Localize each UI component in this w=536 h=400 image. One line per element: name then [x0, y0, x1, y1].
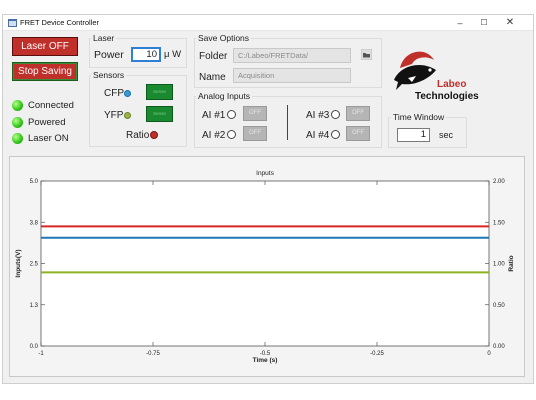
app-icon: [8, 19, 17, 27]
y-tick-label: 5.0: [30, 179, 39, 185]
folder-browse-icon[interactable]: [361, 49, 372, 60]
ai2-label: AI #2: [202, 130, 226, 141]
x-tick-label: -0.75: [146, 351, 160, 357]
time-window-title: Time Window: [391, 112, 447, 122]
powered-led-icon: [12, 117, 23, 128]
ai1-radio[interactable]: [227, 110, 236, 119]
ai4-off-button[interactable]: OFF: [346, 126, 370, 141]
cfp-sense-button[interactable]: Sense: [146, 84, 173, 100]
y2-axis-label: Ratio: [508, 255, 515, 271]
y2-tick-label: 1.50: [493, 220, 505, 226]
y2-tick-label: 0.00: [493, 344, 505, 350]
yfp-sense-button[interactable]: Sense: [146, 106, 173, 122]
labeo-logo: [394, 51, 436, 90]
ai1-label: AI #1: [202, 110, 226, 121]
name-label: Name: [199, 72, 226, 83]
ai4-label: AI #4: [306, 130, 330, 141]
y2-tick-label: 0.50: [493, 303, 505, 309]
ai2-off-button[interactable]: OFF: [243, 126, 267, 141]
ratio-label: Ratio: [126, 130, 150, 141]
time-window-input[interactable]: 1: [397, 128, 430, 142]
logo-text-technologies: Technologies: [415, 91, 479, 102]
ai3-off-button[interactable]: OFF: [346, 106, 370, 121]
y2-tick-label: 1.00: [493, 262, 505, 268]
connected-led-icon: [12, 100, 23, 111]
ai3-radio[interactable]: [331, 110, 340, 119]
ratio-color-icon: [150, 131, 158, 139]
folder-label: Folder: [199, 51, 228, 62]
ai3-label: AI #3: [306, 110, 330, 121]
laser-on-label: Laser ON: [28, 133, 69, 144]
time-window-unit: sec: [439, 130, 454, 140]
y-tick-label: 2.5: [30, 262, 39, 268]
analog-divider: [287, 105, 288, 140]
y-tick-label: 1.3: [30, 303, 39, 309]
window-title: FRET Device Controller: [20, 18, 100, 27]
cfp-label: CFP: [104, 88, 124, 99]
title-bar: FRET Device Controller – ☐ ✕: [3, 15, 533, 31]
x-axis-label: Time (s): [253, 357, 278, 364]
x-tick-label: -0.25: [370, 351, 384, 357]
y-axis-label: Inputs(V): [15, 249, 22, 277]
name-field[interactable]: Acquisition: [233, 68, 351, 83]
close-button[interactable]: ✕: [498, 16, 522, 30]
power-input[interactable]: 10: [131, 47, 161, 62]
power-label: Power: [94, 49, 124, 61]
folder-field[interactable]: C:/Labeo/FRETData/: [233, 48, 351, 63]
power-unit: μ W: [164, 49, 182, 60]
logo-text-labeo: Labeo: [437, 79, 467, 90]
laser-group-title: Laser: [91, 33, 117, 43]
ai2-radio[interactable]: [227, 130, 236, 139]
chart-title: Inputs: [256, 170, 274, 177]
y2-tick-label: 2.00: [493, 179, 505, 185]
plot-area: [40, 180, 490, 347]
ai4-radio[interactable]: [331, 130, 340, 139]
yfp-label: YFP: [104, 110, 124, 121]
analog-inputs-title: Analog Inputs: [196, 91, 252, 101]
ai1-off-button[interactable]: OFF: [243, 106, 267, 121]
save-options-title: Save Options: [196, 33, 252, 43]
sensors-group-title: Sensors: [91, 70, 127, 80]
yfp-color-icon: [124, 112, 131, 119]
minimize-button[interactable]: –: [448, 16, 472, 30]
powered-label: Powered: [28, 117, 66, 128]
connected-label: Connected: [28, 100, 74, 111]
y-tick-label: 3.8: [30, 220, 39, 226]
laser-on-led-icon: [12, 133, 23, 144]
laser-toggle-button[interactable]: Laser OFF: [12, 37, 78, 56]
y-tick-label: 0.0: [30, 344, 39, 350]
cfp-color-icon: [124, 90, 131, 97]
stop-saving-button[interactable]: Stop Saving: [12, 62, 78, 81]
x-tick-label: -1: [38, 351, 44, 357]
maximize-button[interactable]: ☐: [472, 16, 496, 30]
